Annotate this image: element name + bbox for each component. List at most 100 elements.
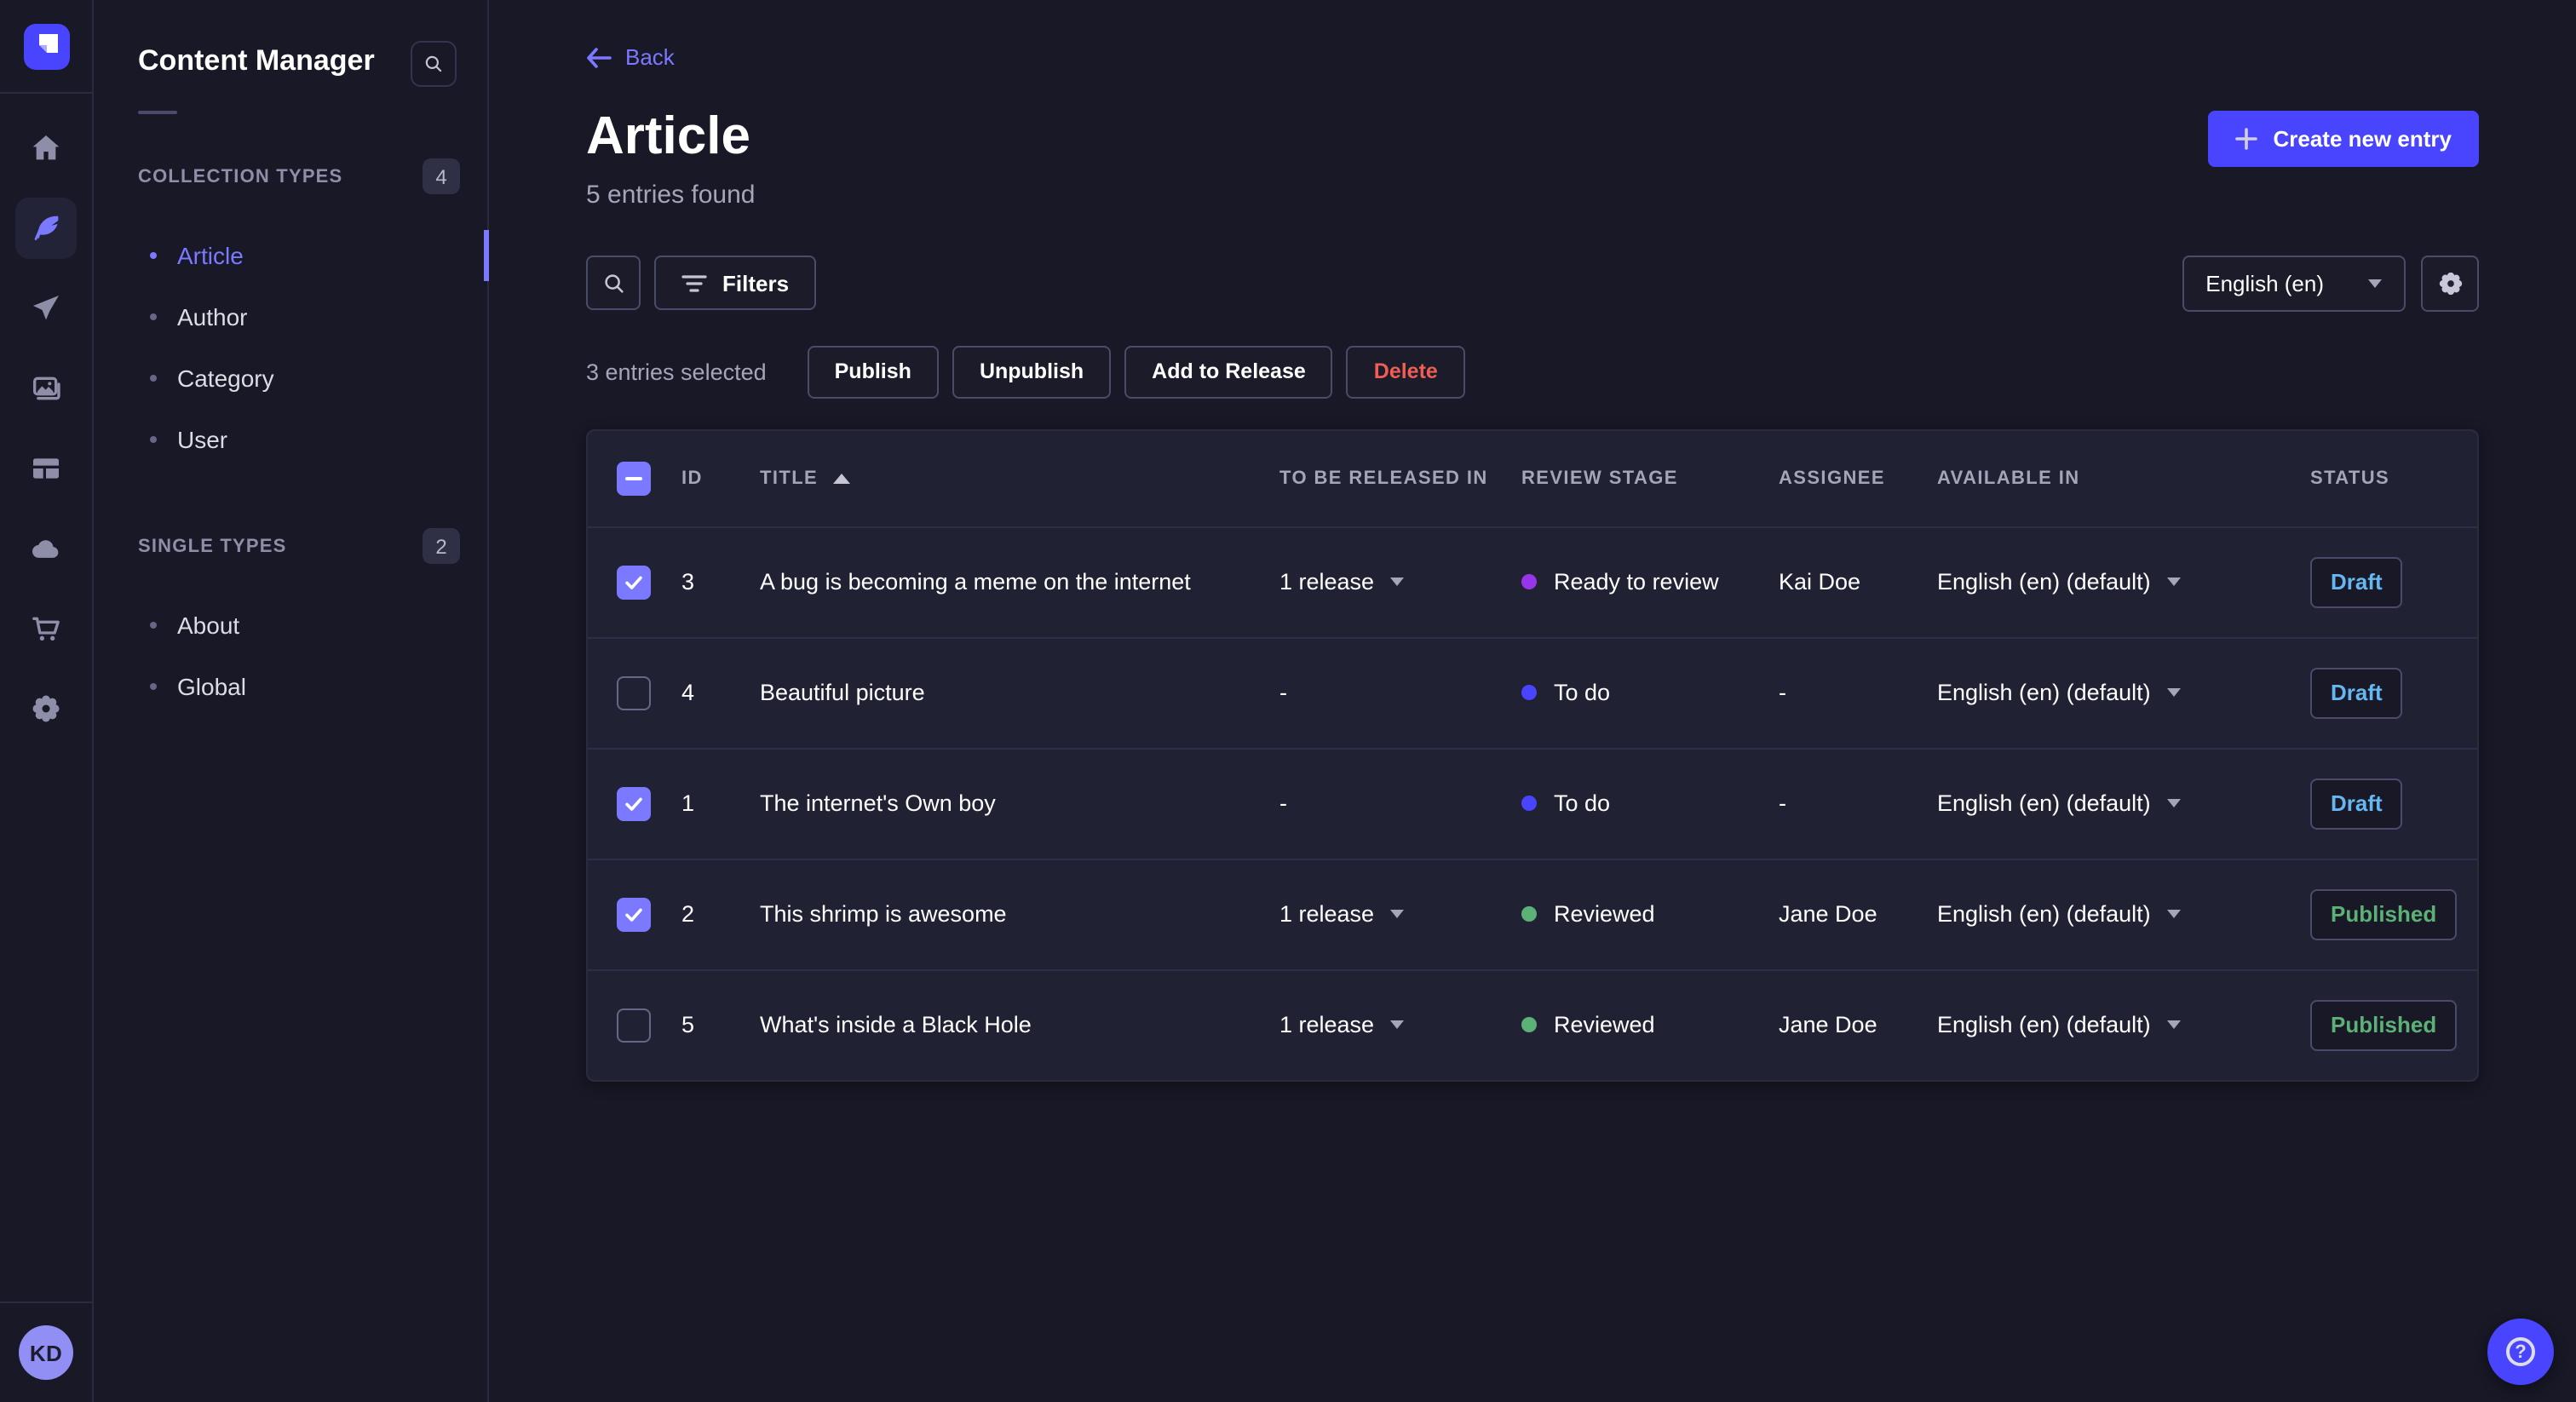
content-type-builder-layout-icon[interactable] — [15, 438, 77, 499]
check-icon — [625, 575, 642, 589]
table-row[interactable]: 4 Beautiful picture - To do - English (e… — [588, 636, 2477, 747]
locale-menu[interactable]: English (en) (default) — [1937, 1012, 2182, 1037]
column-header-review-stage[interactable]: REVIEW STAGE — [1508, 468, 1765, 488]
cell-id: 1 — [681, 790, 695, 817]
locale-menu[interactable]: English (en) (default) — [1937, 569, 2182, 595]
send-plane-icon[interactable] — [15, 278, 77, 339]
column-header-available-in[interactable]: AVAILABLE IN — [1923, 468, 2297, 488]
subnav-search-button[interactable] — [411, 41, 457, 87]
chevron-down-icon — [1389, 577, 1404, 587]
cell-id: 5 — [681, 1012, 695, 1038]
row-checkbox[interactable] — [617, 786, 651, 821]
cell-id: 3 — [681, 569, 695, 595]
release-menu[interactable]: 1 release — [1279, 901, 1404, 927]
table-row[interactable]: 5 What's inside a Black Hole 1 release R… — [588, 968, 2477, 1079]
sidebar-item-article[interactable]: Article — [94, 225, 489, 286]
cell-title: What's inside a Black Hole — [760, 1012, 1032, 1038]
unpublish-button[interactable]: Unpublish — [952, 345, 1112, 399]
select-all-checkbox[interactable] — [617, 461, 651, 496]
media-library-images-icon[interactable] — [15, 358, 77, 419]
status-badge: Published — [2310, 888, 2458, 940]
content-manager-feather-icon[interactable] — [15, 198, 77, 259]
cell-release: - — [1279, 680, 1287, 706]
bullet-icon — [150, 683, 157, 690]
table-row[interactable]: 3 A bug is becoming a meme on the intern… — [588, 526, 2477, 636]
sort-ascending-icon — [833, 473, 851, 484]
search-button[interactable] — [586, 256, 641, 311]
plus-icon — [2235, 127, 2258, 149]
cell-review-stage: Reviewed — [1521, 1012, 1655, 1037]
strapi-logo-icon — [23, 23, 69, 69]
stage-dot-icon — [1521, 796, 1537, 812]
back-link[interactable]: Back — [586, 44, 675, 70]
table-row[interactable]: 2 This shrimp is awesome 1 release Revie… — [588, 858, 2477, 968]
filter-icon — [681, 274, 707, 291]
row-checkbox[interactable] — [617, 1008, 651, 1043]
cell-review-stage: Ready to review — [1521, 569, 1719, 595]
help-button[interactable]: ? — [2487, 1319, 2554, 1385]
cloud-icon[interactable] — [15, 518, 77, 579]
cell-assignee: Kai Doe — [1779, 569, 1861, 595]
release-menu[interactable]: 1 release — [1279, 1012, 1404, 1037]
status-badge: Draft — [2310, 556, 2403, 608]
status-badge: Draft — [2310, 667, 2403, 719]
stage-dot-icon — [1521, 685, 1537, 701]
sidebar-item-global[interactable]: Global — [94, 656, 487, 717]
collection-types-count-badge: 4 — [423, 158, 460, 194]
column-header-status[interactable]: STATUS — [2297, 468, 2481, 488]
column-header-to-be-released-in[interactable]: TO BE RELEASED IN — [1266, 468, 1508, 488]
locale-menu[interactable]: English (en) (default) — [1937, 790, 2182, 816]
cell-id: 4 — [681, 680, 695, 706]
marketplace-cart-icon[interactable] — [15, 598, 77, 659]
subnav-divider — [138, 111, 177, 114]
sidebar-item-about[interactable]: About — [94, 595, 487, 656]
collection-types-section: COLLECTION TYPES 4 Article Author Catego… — [94, 145, 489, 470]
row-checkbox[interactable] — [617, 675, 651, 710]
column-header-title[interactable]: TITLE — [746, 468, 1266, 488]
rail-icon-list — [15, 118, 77, 1301]
table-row[interactable]: 1 The internet's Own boy - To do - Engli… — [588, 747, 2477, 858]
column-header-id[interactable]: ID — [668, 468, 746, 488]
single-types-count-badge: 2 — [423, 528, 460, 564]
filters-button[interactable]: Filters — [654, 256, 817, 311]
column-header-assignee[interactable]: ASSIGNEE — [1765, 468, 1923, 488]
check-icon — [625, 907, 642, 921]
bullet-icon — [150, 436, 157, 443]
locale-menu[interactable]: English (en) (default) — [1937, 901, 2182, 927]
search-icon — [604, 273, 623, 292]
cell-assignee: - — [1779, 790, 1786, 817]
add-to-release-button[interactable]: Add to Release — [1124, 345, 1333, 399]
view-settings-button[interactable] — [2421, 255, 2479, 312]
entries-count-text: 5 entries found — [586, 180, 756, 210]
stage-dot-icon — [1521, 574, 1537, 590]
delete-button[interactable]: Delete — [1346, 345, 1465, 399]
cell-assignee: Jane Doe — [1779, 1012, 1877, 1038]
selection-count-text: 3 entries selected — [586, 359, 767, 385]
sidebar-item-author[interactable]: Author — [94, 286, 487, 348]
single-types-label: SINGLE TYPES — [138, 536, 287, 556]
locale-menu[interactable]: English (en) (default) — [1937, 680, 2182, 705]
release-menu[interactable]: 1 release — [1279, 569, 1404, 595]
row-checkbox[interactable] — [617, 897, 651, 932]
chevron-down-icon — [1389, 910, 1404, 919]
page-title: Article — [586, 105, 750, 164]
settings-gear-icon[interactable] — [15, 678, 77, 739]
user-avatar[interactable]: KD — [19, 1325, 73, 1380]
cell-title: Beautiful picture — [760, 680, 925, 706]
main-nav-rail: KD — [0, 0, 94, 1402]
chevron-down-icon — [2167, 688, 2182, 698]
cell-assignee: - — [1779, 680, 1786, 706]
chevron-down-icon — [2167, 799, 2182, 808]
publish-button[interactable]: Publish — [807, 345, 939, 399]
search-icon — [425, 55, 442, 72]
create-new-entry-button[interactable]: Create new entry — [2208, 110, 2479, 166]
home-icon[interactable] — [15, 118, 77, 179]
bullet-icon — [150, 313, 157, 320]
row-checkbox[interactable] — [617, 565, 651, 600]
chevron-down-icon — [1389, 1020, 1404, 1030]
sidebar-item-user[interactable]: User — [94, 409, 487, 470]
cell-title: This shrimp is awesome — [760, 901, 1007, 928]
locale-select[interactable]: English (en) — [2182, 255, 2406, 312]
strapi-logo-button[interactable] — [0, 0, 93, 94]
sidebar-item-category[interactable]: Category — [94, 348, 487, 409]
